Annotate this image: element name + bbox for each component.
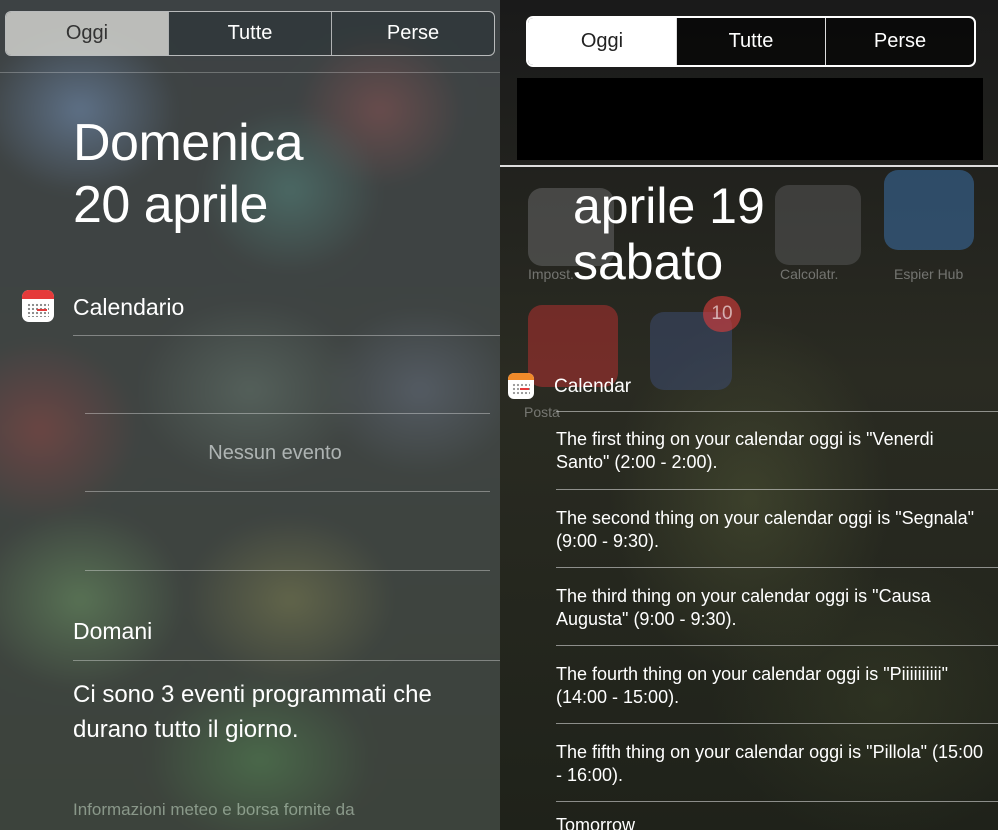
- app-label: Espier Hub: [894, 266, 964, 282]
- event-item-5[interactable]: The fifth thing on your calendar oggi is…: [556, 741, 992, 787]
- app-label: Posta: [524, 404, 560, 420]
- divider: [556, 411, 998, 412]
- tab-tutte[interactable]: Tutte: [168, 12, 331, 55]
- tomorrow-section-title: Domani: [73, 618, 153, 644]
- tab-oggi[interactable]: Oggi: [6, 12, 168, 55]
- divider: [85, 570, 490, 571]
- calendar-section-title[interactable]: Calendar: [554, 376, 631, 398]
- tab-perse[interactable]: Perse: [825, 18, 974, 65]
- tomorrow-section-title: Tomorrow: [556, 815, 636, 830]
- tomorrow-summary: Ci sono 3 eventi programmati che durano …: [73, 681, 432, 743]
- event-item-3[interactable]: The third thing on your calendar oggi is…: [556, 585, 992, 631]
- divider: [556, 489, 998, 490]
- no-event-text: Nessun evento: [208, 442, 342, 464]
- divider: [556, 567, 998, 568]
- divider: [73, 335, 500, 336]
- tab-tutte[interactable]: Tutte: [676, 18, 825, 65]
- divider: [556, 801, 998, 802]
- divider: [556, 645, 998, 646]
- android-tab-bar: Oggi Tutte Perse: [526, 16, 976, 67]
- divider: [85, 491, 490, 492]
- calendar-section-title[interactable]: Calendario: [73, 294, 184, 321]
- divider: [500, 165, 998, 167]
- notification-badge: 10: [703, 296, 741, 332]
- date-line-1: aprile 19: [573, 178, 765, 234]
- divider: [85, 413, 490, 414]
- today-date: Domenica 20 aprile: [73, 112, 304, 236]
- event-item-2[interactable]: The second thing on your calendar oggi i…: [556, 507, 992, 553]
- espier-hub-app-icon: [884, 170, 974, 250]
- divider: [73, 660, 500, 661]
- divider: [556, 723, 998, 724]
- date-day: 20 aprile: [73, 176, 268, 234]
- ios-notification-center: Oggi Tutte Perse Domenica 20 aprile Cale…: [0, 0, 500, 830]
- tab-oggi[interactable]: Oggi: [528, 18, 676, 65]
- event-item-4[interactable]: The fourth thing on your calendar oggi i…: [556, 663, 992, 709]
- date-line-2: sabato: [573, 234, 724, 290]
- app-label: Impost.: [528, 266, 574, 282]
- calculator-app-icon: [775, 185, 861, 265]
- black-bar: [517, 78, 983, 160]
- event-item-1[interactable]: The first thing on your calendar oggi is…: [556, 428, 992, 474]
- divider: [0, 72, 500, 73]
- android-notification-center: Impost. Calcolatr. Espier Hub Posta 10 O…: [500, 0, 998, 830]
- app-label: Calcolatr.: [780, 266, 839, 282]
- today-date: aprile 19 sabato: [573, 178, 765, 290]
- footer-credits: Informazioni meteo e borsa fornite da: [73, 800, 355, 819]
- date-weekday: Domenica: [73, 114, 304, 172]
- tab-perse[interactable]: Perse: [331, 12, 494, 55]
- network-app-icon: [528, 305, 618, 387]
- calendar-icon: [22, 290, 54, 322]
- ios-tab-bar: Oggi Tutte Perse: [5, 11, 495, 56]
- calendar-icon: [508, 373, 534, 399]
